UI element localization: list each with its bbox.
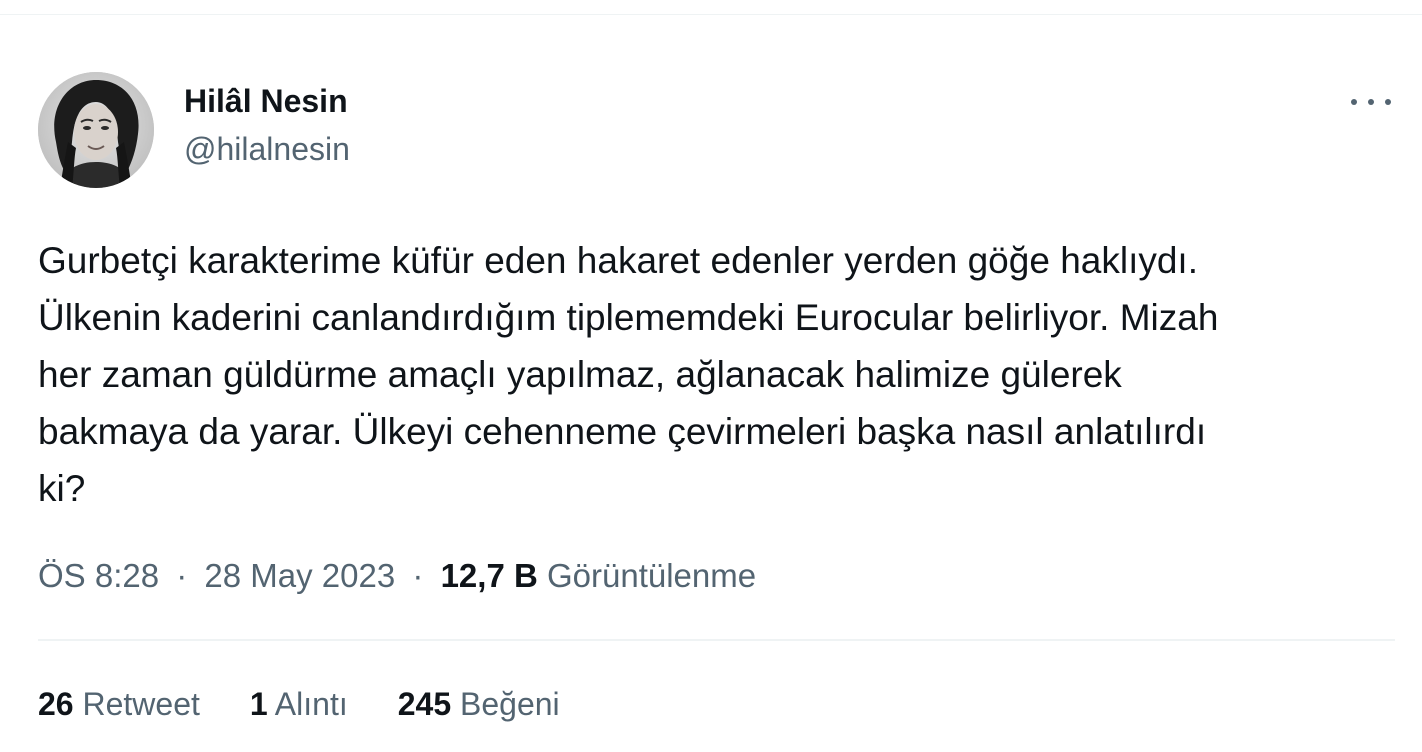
likes-count: 245 <box>397 686 452 722</box>
views-label: Görüntülenme <box>546 557 757 594</box>
more-options-button[interactable] <box>1351 90 1391 114</box>
tweet-stats: 26 Retweet 1 Alıntı 245 Beğeni <box>38 684 560 724</box>
author-handle[interactable]: @hilalnesin <box>184 130 350 168</box>
separator: · <box>176 557 188 594</box>
likes-label: Beğeni <box>460 686 560 722</box>
views-count: 12,7 B <box>440 557 538 594</box>
tweet: Hilâl Nesin @hilalnesin Gurbetçi karakte… <box>38 72 1395 722</box>
quotes-stat[interactable]: 1 Alıntı <box>250 684 348 724</box>
retweets-label: Retweet <box>82 686 200 722</box>
top-border <box>0 0 1422 15</box>
divider <box>38 639 1395 641</box>
retweets-count: 26 <box>38 686 74 722</box>
avatar[interactable] <box>38 72 154 188</box>
more-horizontal-icon <box>1368 99 1374 105</box>
author-names: Hilâl Nesin @hilalnesin <box>184 82 350 168</box>
tweet-meta: ÖS 8:28 · 28 May 2023 · 12,7 B Görüntüle… <box>38 556 756 596</box>
quotes-label: Alıntı <box>274 686 348 722</box>
retweets-stat[interactable]: 26 Retweet <box>38 684 200 724</box>
tweet-time[interactable]: ÖS 8:28 <box>38 557 159 594</box>
more-horizontal-icon <box>1351 99 1357 105</box>
avatar-photo <box>38 72 154 188</box>
tweet-header: Hilâl Nesin @hilalnesin <box>38 72 1395 190</box>
quotes-count: 1 <box>249 686 268 722</box>
likes-stat[interactable]: 245 Beğeni <box>398 684 560 724</box>
display-name[interactable]: Hilâl Nesin <box>184 82 350 120</box>
tweet-date[interactable]: 28 May 2023 <box>204 557 395 594</box>
separator: · <box>412 557 424 594</box>
tweet-text: Gurbetçi karakterime küfür eden hakaret … <box>38 240 1219 509</box>
more-horizontal-icon <box>1385 99 1391 105</box>
